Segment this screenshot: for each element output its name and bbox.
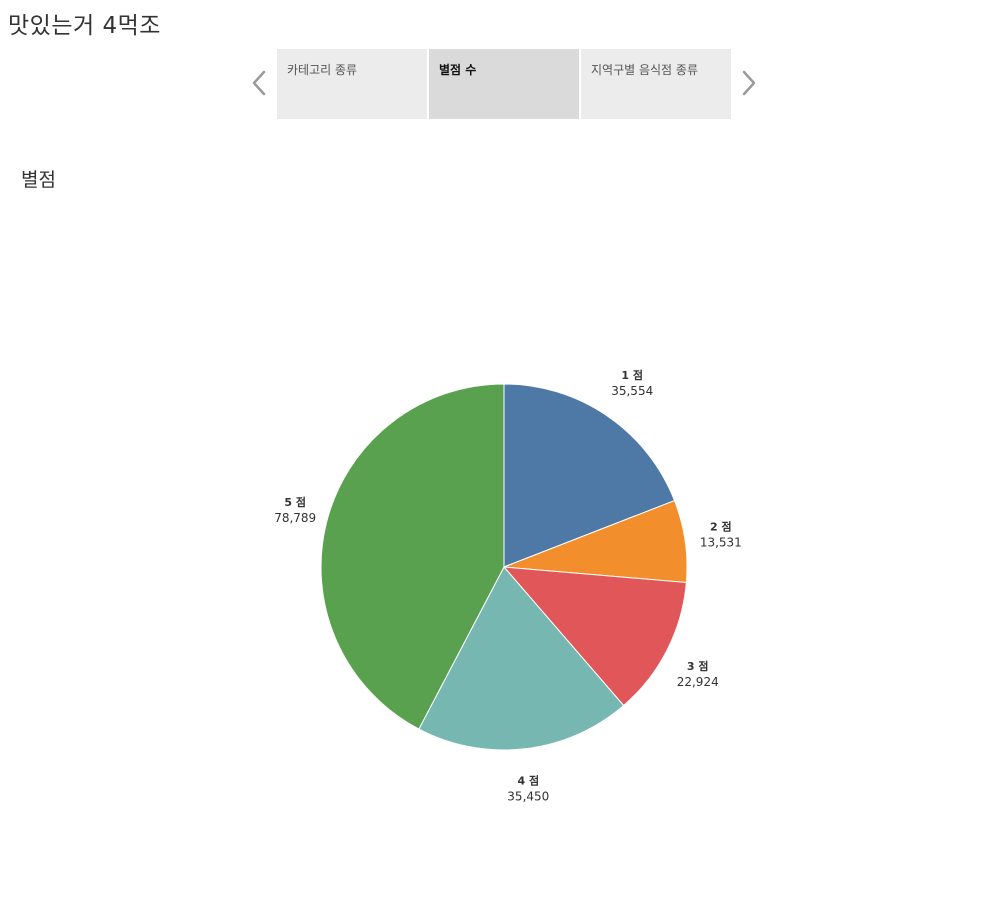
slice-label-value: 35,554 (611, 384, 653, 398)
slice-label-value: 22,924 (677, 675, 719, 689)
slice-label-category: 2 점 (710, 520, 732, 534)
pie-chart-area: 1 점 35,554 2 점 13,531 3 점 22,924 4 점 35,450 5 점 7… (0, 0, 1002, 916)
pie-chart: 1 점 35,554 2 점 13,531 3 점 22,924 4 점 35,450 5 점 7… (274, 368, 742, 804)
slice-label-category: 1 점 (621, 368, 643, 382)
slice-label-category: 4 점 (518, 774, 540, 788)
slice-label-value: 35,450 (507, 790, 549, 804)
slice-label-category: 5 점 (284, 495, 306, 509)
slice-label-value: 13,531 (700, 536, 742, 550)
slice-label-category: 3 점 (687, 659, 709, 673)
slice-label-value: 78,789 (274, 511, 316, 525)
